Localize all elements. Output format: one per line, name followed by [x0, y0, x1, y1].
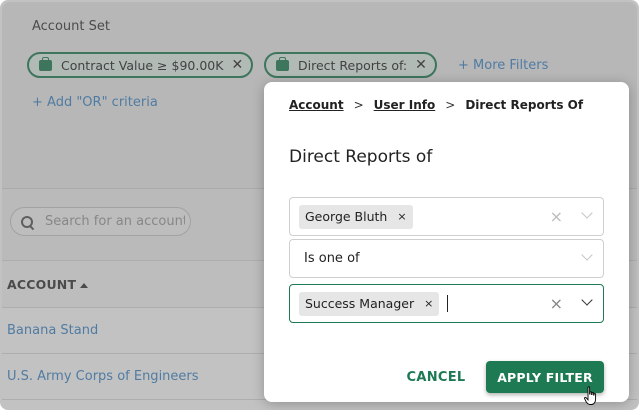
remove-tag-icon[interactable]: ×	[424, 297, 433, 310]
role-select[interactable]: Success Manager × ×	[289, 284, 604, 323]
user-select[interactable]: George Bluth × ×	[289, 197, 604, 236]
clear-icon[interactable]: ×	[550, 294, 563, 313]
dialog-title: Direct Reports of	[289, 147, 433, 167]
cancel-button[interactable]: CANCEL	[401, 365, 471, 389]
filter-dialog: Account > User Info > Direct Reports Of …	[264, 82, 629, 402]
remove-tag-icon[interactable]: ×	[397, 210, 406, 223]
chevron-down-icon[interactable]	[581, 209, 593, 221]
chevron-down-icon[interactable]	[581, 251, 593, 263]
clear-icon[interactable]: ×	[550, 207, 563, 226]
selected-user-tag: George Bluth ×	[299, 204, 413, 229]
breadcrumb-user-info[interactable]: User Info	[374, 98, 436, 112]
chevron-down-icon[interactable]	[581, 296, 593, 308]
chevron-right-icon: >	[353, 98, 364, 112]
tag-label: Success Manager	[305, 296, 415, 311]
tag-label: George Bluth	[305, 209, 388, 224]
selected-role-tag: Success Manager ×	[299, 291, 440, 316]
chevron-right-icon: >	[445, 98, 456, 112]
operator-select[interactable]: Is one of	[289, 239, 604, 278]
breadcrumb-current: Direct Reports Of	[465, 98, 584, 112]
breadcrumb: Account > User Info > Direct Reports Of	[289, 98, 583, 112]
operator-value: Is one of	[304, 251, 360, 266]
hand-pointer-icon	[584, 386, 597, 405]
text-cursor	[447, 295, 449, 312]
breadcrumb-account[interactable]: Account	[289, 98, 344, 112]
